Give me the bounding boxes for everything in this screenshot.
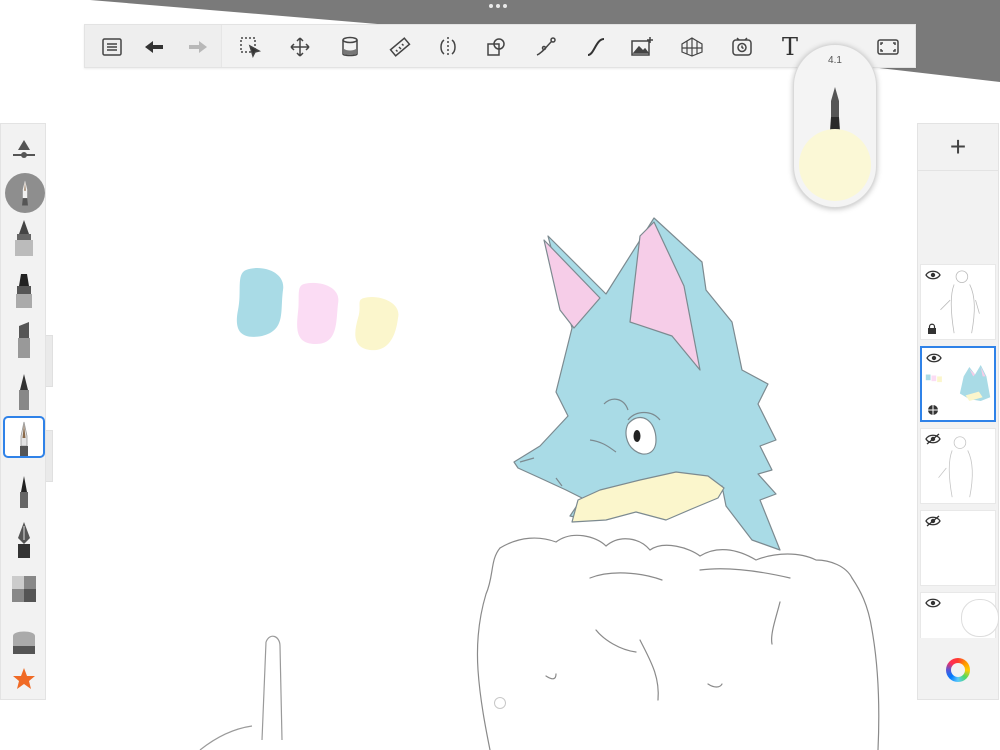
paint-brush-icon[interactable] xyxy=(3,416,45,458)
eye-icon[interactable] xyxy=(926,352,942,364)
symmetry-icon[interactable] xyxy=(431,30,465,64)
redo-icon[interactable] xyxy=(181,30,215,64)
brush-puck[interactable]: 4.1 xyxy=(793,44,877,208)
brush-palette xyxy=(0,123,46,700)
eye-icon[interactable] xyxy=(925,597,941,609)
curve-icon[interactable] xyxy=(529,30,563,64)
fullscreen-icon[interactable] xyxy=(871,30,905,64)
swatch-yellow xyxy=(355,296,399,351)
swatch-pink xyxy=(297,282,339,344)
background-layer-thumbnail[interactable] xyxy=(920,592,999,638)
blend-mode-icon[interactable] xyxy=(927,404,939,416)
layers-panel: + xyxy=(917,123,999,700)
background-color-swatch[interactable] xyxy=(961,599,999,637)
eye-icon[interactable] xyxy=(925,269,941,281)
current-color-swatch[interactable] xyxy=(799,129,871,201)
airbrush-icon[interactable] xyxy=(3,568,45,610)
perspective-icon[interactable] xyxy=(675,30,709,64)
lock-icon[interactable] xyxy=(926,323,938,335)
swatch-blue xyxy=(236,268,284,337)
layer-thumbnail[interactable] xyxy=(920,510,996,586)
palette-tab-handle[interactable] xyxy=(46,335,53,387)
add-layer-button[interactable]: + xyxy=(918,124,998,171)
favorites-star-icon[interactable] xyxy=(3,658,45,700)
color-wheel-icon[interactable] xyxy=(946,658,970,682)
brush-properties-icon[interactable] xyxy=(3,128,45,170)
layer-thumbnail[interactable] xyxy=(920,264,996,340)
fine-liner-icon[interactable] xyxy=(3,468,45,510)
fill-icon[interactable] xyxy=(333,30,367,64)
stroke-icon[interactable] xyxy=(579,30,613,64)
stylus-sketch xyxy=(199,635,283,750)
top-toolbar: T xyxy=(84,24,916,68)
character-head xyxy=(513,217,781,551)
eye-hidden-icon[interactable] xyxy=(925,433,941,445)
shape-icon[interactable] xyxy=(479,30,513,64)
chisel-marker-icon[interactable] xyxy=(3,318,45,360)
character-body-sketch xyxy=(476,534,880,750)
selection-icon[interactable] xyxy=(233,30,267,64)
brush-size-value[interactable]: 4.1 xyxy=(794,55,876,66)
current-brush-indicator[interactable] xyxy=(5,173,45,213)
palette-tab-handle[interactable] xyxy=(46,430,53,482)
menu-list-icon[interactable] xyxy=(95,30,129,64)
eye-hidden-icon[interactable] xyxy=(925,515,941,527)
time-lapse-icon[interactable] xyxy=(725,30,759,64)
undo-icon[interactable] xyxy=(137,30,171,64)
image-add-icon[interactable] xyxy=(625,30,659,64)
layer-thumbnail[interactable] xyxy=(920,428,996,504)
fountain-pen-icon[interactable] xyxy=(3,518,45,560)
transform-icon[interactable] xyxy=(283,30,317,64)
ruler-icon[interactable] xyxy=(383,30,417,64)
layer-thumbnail-active[interactable] xyxy=(920,346,996,422)
marker-icon[interactable] xyxy=(3,268,45,310)
eraser-icon[interactable] xyxy=(3,620,45,662)
ballpoint-icon[interactable] xyxy=(3,370,45,412)
add-layer-label: + xyxy=(949,131,967,162)
brush-cursor xyxy=(494,697,506,709)
inking-pen-icon[interactable] xyxy=(3,216,45,258)
